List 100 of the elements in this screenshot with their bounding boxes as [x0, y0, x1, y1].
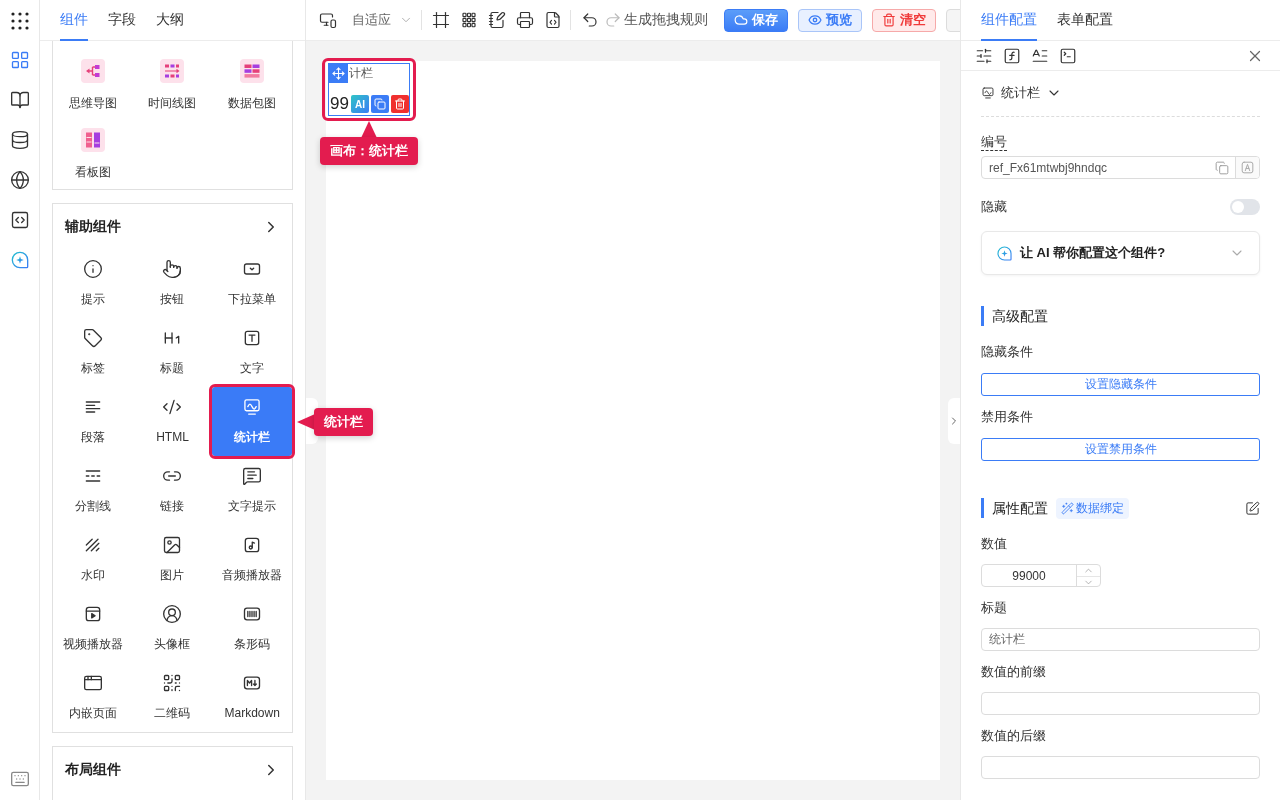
component-tile[interactable]: 头像框 [132, 594, 213, 663]
component-tile[interactable]: 视频播放器 [53, 594, 133, 663]
panel-tab[interactable]: 大纲 [156, 0, 184, 41]
field-label: 隐藏条件 [981, 343, 1034, 361]
component-tile[interactable]: 分割线 [53, 456, 133, 525]
section-title: 高级配置 [981, 306, 1048, 326]
component-tile[interactable]: 音频播放器 [212, 525, 292, 594]
hand-pointer-icon [162, 259, 183, 279]
component-tile[interactable]: 数据包图 [212, 49, 292, 118]
component-tile[interactable]: 统计栏 [212, 387, 292, 456]
chat-bubble-icon[interactable] [9, 250, 30, 270]
sliders-icon[interactable] [975, 46, 993, 65]
database-icon[interactable] [9, 130, 30, 150]
keyboard-icon[interactable] [9, 769, 30, 789]
edit-icon[interactable] [1245, 500, 1260, 516]
component-tile[interactable]: 标题 [132, 318, 213, 387]
component-tile[interactable]: 内嵌页面 [53, 663, 133, 732]
condition-button[interactable]: 设置隐藏条件 [981, 373, 1260, 396]
globe-icon[interactable] [9, 170, 30, 190]
component-tile[interactable]: 链接 [132, 456, 213, 525]
mode-select[interactable]: 自适应 [352, 11, 413, 29]
letter-icon [1240, 160, 1255, 175]
notebook-pen-icon[interactable] [488, 11, 506, 29]
eye-icon [808, 13, 822, 27]
component-tile[interactable]: 按钮 [132, 249, 213, 318]
info-icon [82, 259, 103, 279]
field-label: 禁用条件 [981, 408, 1034, 426]
grid-icon[interactable] [460, 11, 478, 29]
text-format-icon[interactable] [1031, 46, 1049, 65]
number-field[interactable]: 99000 [981, 564, 1101, 587]
widget-value: 99 [329, 94, 349, 114]
printer-icon[interactable] [516, 11, 534, 29]
code-icon[interactable] [9, 210, 30, 230]
component-tile[interactable]: 下拉菜单 [212, 249, 292, 318]
terminal-icon[interactable] [1059, 46, 1077, 65]
text-input[interactable] [981, 756, 1260, 779]
component-tile[interactable]: 标签 [53, 318, 133, 387]
book-icon[interactable] [9, 90, 30, 110]
data-binding-button[interactable]: 数据绑定 [1056, 497, 1129, 519]
field-label: 数值 [981, 535, 1008, 553]
component-tile[interactable]: 条形码 [212, 594, 292, 663]
blocks-icon [240, 59, 265, 83]
text-input[interactable]: ref_Fx61mtwbj9hndqc [982, 157, 1215, 178]
field-label: 数值的后缀 [981, 727, 1047, 745]
stat-widget[interactable]: 计栏 99 AI [328, 63, 410, 116]
panel-tab[interactable]: 表单配置 [1057, 0, 1113, 41]
component-tile[interactable]: 文字 [212, 318, 292, 387]
id-field[interactable]: ref_Fx61mtwbj9hndqc [981, 156, 1260, 179]
line-chart-icon [981, 86, 995, 100]
qr-code-icon [162, 673, 183, 693]
field-label: 标题 [981, 599, 1008, 617]
component-type-select[interactable]: 统计栏 [981, 71, 1260, 117]
panel-tab[interactable]: 组件 [60, 0, 88, 41]
component-tile[interactable]: HTML [132, 387, 213, 456]
number-input[interactable]: 99000 [982, 565, 1076, 586]
move-handle[interactable] [329, 64, 348, 83]
trash-icon [393, 98, 406, 110]
component-tile[interactable]: 二维码 [132, 663, 213, 732]
user-icon [162, 604, 183, 624]
undo-icon[interactable] [581, 11, 599, 29]
component-tile[interactable]: 水印 [53, 525, 133, 594]
toggle-switch[interactable] [1230, 199, 1260, 215]
widget-title: 计栏 [349, 65, 373, 82]
component-tile[interactable]: 段落 [53, 387, 133, 456]
message-icon [242, 466, 263, 486]
line-chart-icon [242, 397, 263, 417]
group-title: 布局组件 [65, 760, 121, 779]
magic-wand-icon [1061, 501, 1074, 515]
text-input[interactable] [981, 692, 1260, 715]
section-title: 属性配置 [981, 498, 1048, 518]
devices-icon[interactable] [319, 11, 337, 29]
copy-icon [373, 98, 386, 110]
function-icon[interactable] [1003, 46, 1021, 65]
timeline-icon [160, 59, 185, 83]
component-tile[interactable]: 思维导图 [53, 49, 133, 118]
mind-map-icon [80, 59, 105, 83]
condition-button[interactable]: 设置禁用条件 [981, 438, 1260, 461]
component-tile[interactable]: Markdown [212, 663, 292, 732]
trash-icon [882, 13, 896, 27]
delete-button[interactable] [390, 95, 409, 113]
panel-tab[interactable]: 组件配置 [981, 0, 1037, 41]
code-file-icon[interactable] [544, 11, 562, 29]
menu-icon[interactable] [10, 11, 29, 30]
text-input[interactable]: 统计栏 [981, 628, 1260, 651]
panel-tab[interactable]: 字段 [108, 0, 136, 41]
generate-rules-button[interactable]: 生成拖拽规则 [624, 11, 708, 29]
panel-toggle[interactable] [948, 397, 960, 444]
callout-label: 画布：统计栏 [320, 121, 418, 165]
component-tile[interactable]: 文字提示 [212, 456, 292, 525]
columns-icon [80, 128, 105, 152]
frame-icon[interactable] [432, 11, 450, 29]
field-label: 隐藏 [981, 198, 1007, 216]
copy-button[interactable] [370, 95, 389, 113]
component-tile[interactable]: 图片 [132, 525, 213, 594]
component-tile[interactable]: 提示 [53, 249, 133, 318]
window-icon [82, 673, 103, 693]
move-icon [332, 67, 345, 80]
ai-assist-panel[interactable]: 让 AI 帮你配置这个组件? [981, 231, 1260, 275]
component-tile[interactable]: 时间线图 [132, 49, 213, 118]
component-tile[interactable]: 看板图 [53, 118, 133, 187]
